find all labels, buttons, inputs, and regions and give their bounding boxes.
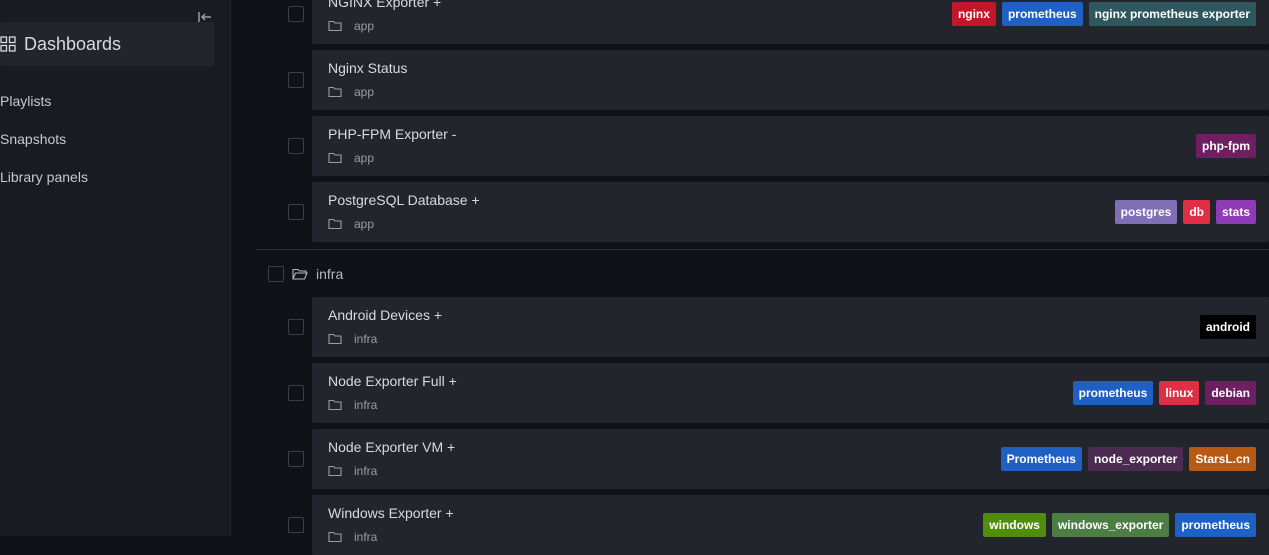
dashboard-folder: infra (328, 530, 377, 544)
row-checkbox[interactable] (288, 204, 304, 220)
tag-list: nginx prometheus nginx prometheus exporter (951, 2, 1256, 26)
folder-label: app (354, 217, 375, 231)
dashboard-title[interactable]: PostgreSQL Database + (328, 192, 480, 208)
folder-icon (328, 333, 348, 345)
row-checkbox[interactable] (288, 451, 304, 467)
dashboard-row[interactable]: PostgreSQL Database + app postgres db stats (312, 182, 1269, 242)
dashboard-row[interactable]: Nginx Status app (312, 50, 1269, 110)
folder-label: infra (354, 398, 378, 412)
dashboard-title[interactable]: NGINX Exporter + (328, 0, 441, 10)
tag[interactable]: debian (1205, 381, 1256, 405)
folder-label: infra (354, 530, 378, 544)
tag[interactable]: postgres (1114, 200, 1178, 224)
dashboard-list: NGINX Exporter + app nginx prometheus nginx … (231, 0, 1269, 555)
row-checkbox[interactable] (288, 138, 304, 154)
folder-header[interactable]: infra (292, 262, 343, 286)
folder-label: app (354, 19, 375, 33)
dashboard-folder: app (328, 151, 374, 165)
nav-item-playlists[interactable]: Playlists (0, 93, 51, 109)
row-checkbox[interactable] (288, 517, 304, 533)
tag[interactable]: node_exporter (1087, 447, 1184, 471)
tag-list: Prometheus node_exporter StarsL.cn (1000, 447, 1256, 471)
tag[interactable]: windows (983, 513, 1046, 537)
row-checkbox[interactable] (288, 6, 304, 22)
tag[interactable]: linux (1159, 381, 1200, 405)
tag-list: prometheus linux debian (1072, 381, 1256, 405)
folder-label: app (354, 151, 375, 165)
dashboards-icon (0, 36, 16, 52)
dashboard-folder: infra (328, 398, 377, 412)
divider (256, 249, 1269, 250)
folder-icon (328, 20, 348, 32)
dashboard-folder: app (328, 19, 374, 33)
tag[interactable]: php-fpm (1196, 134, 1256, 158)
folder-icon (328, 399, 348, 411)
folder-label: infra (354, 464, 378, 478)
tag[interactable]: prometheus (1072, 381, 1154, 405)
tag[interactable]: nginx (951, 2, 996, 26)
dashboard-title[interactable]: Android Devices + (328, 307, 442, 323)
tag[interactable]: nginx prometheus exporter (1088, 2, 1256, 26)
row-checkbox[interactable] (288, 72, 304, 88)
dashboard-row[interactable]: Node Exporter Full + infra prometheus linux… (312, 363, 1269, 423)
nav-item-library-panels[interactable]: Library panels (0, 169, 88, 185)
folder-checkbox[interactable] (268, 266, 284, 282)
tag[interactable]: StarsL.cn (1189, 447, 1256, 471)
folder-label: infra (316, 266, 344, 282)
folder-icon (328, 152, 348, 164)
tag[interactable]: Prometheus (1000, 447, 1082, 471)
tag-list: windows windows_exporter prometheus (983, 513, 1256, 537)
tag[interactable]: prometheus (1175, 513, 1256, 537)
dashboard-row[interactable]: Windows Exporter + infra windows windows_ex… (312, 495, 1269, 555)
dashboard-row[interactable]: Node Exporter VM + infra Prometheus node_ex… (312, 429, 1269, 489)
dashboard-folder: infra (328, 464, 377, 478)
tag-list: php-fpm (1196, 134, 1256, 158)
dashboard-title[interactable]: PHP-FPM Exporter - (328, 126, 456, 142)
tag[interactable]: prometheus (1001, 2, 1083, 26)
dashboard-title[interactable]: Node Exporter VM + (328, 439, 455, 455)
folder-icon (328, 531, 348, 543)
folder-icon (328, 218, 348, 230)
dashboard-title[interactable]: Windows Exporter + (328, 505, 454, 521)
dashboard-row[interactable]: PHP-FPM Exporter - app php-fpm (312, 116, 1269, 176)
dashboard-title[interactable]: Node Exporter Full + (328, 373, 457, 389)
row-checkbox[interactable] (288, 319, 304, 335)
dashboard-folder: app (328, 217, 374, 231)
tag-list: android (1200, 315, 1256, 339)
folder-icon (328, 465, 348, 477)
tag-list: postgres db stats (1114, 200, 1256, 224)
folder-label: infra (354, 332, 378, 346)
tag[interactable]: db (1183, 200, 1210, 224)
folder-icon (328, 86, 348, 98)
tag[interactable]: android (1200, 315, 1256, 339)
dashboard-row[interactable]: NGINX Exporter + app nginx prometheus nginx … (312, 0, 1269, 44)
dashboard-title[interactable]: Nginx Status (328, 60, 407, 76)
row-checkbox[interactable] (288, 385, 304, 401)
tag[interactable]: stats (1215, 200, 1256, 224)
nav-item-label: Dashboards (24, 33, 122, 54)
folder-open-icon (292, 268, 308, 280)
sidebar: Dashboards Playlists Snapshots Library p… (0, 0, 231, 536)
dashboard-folder: infra (328, 332, 377, 346)
nav-item-dashboards[interactable]: Dashboards (0, 22, 214, 66)
dashboard-row[interactable]: Android Devices + infra android (312, 297, 1269, 357)
folder-label: app (354, 85, 375, 99)
dashboard-folder: app (328, 85, 374, 99)
nav-item-snapshots[interactable]: Snapshots (0, 131, 66, 147)
tag[interactable]: windows_exporter (1051, 513, 1170, 537)
